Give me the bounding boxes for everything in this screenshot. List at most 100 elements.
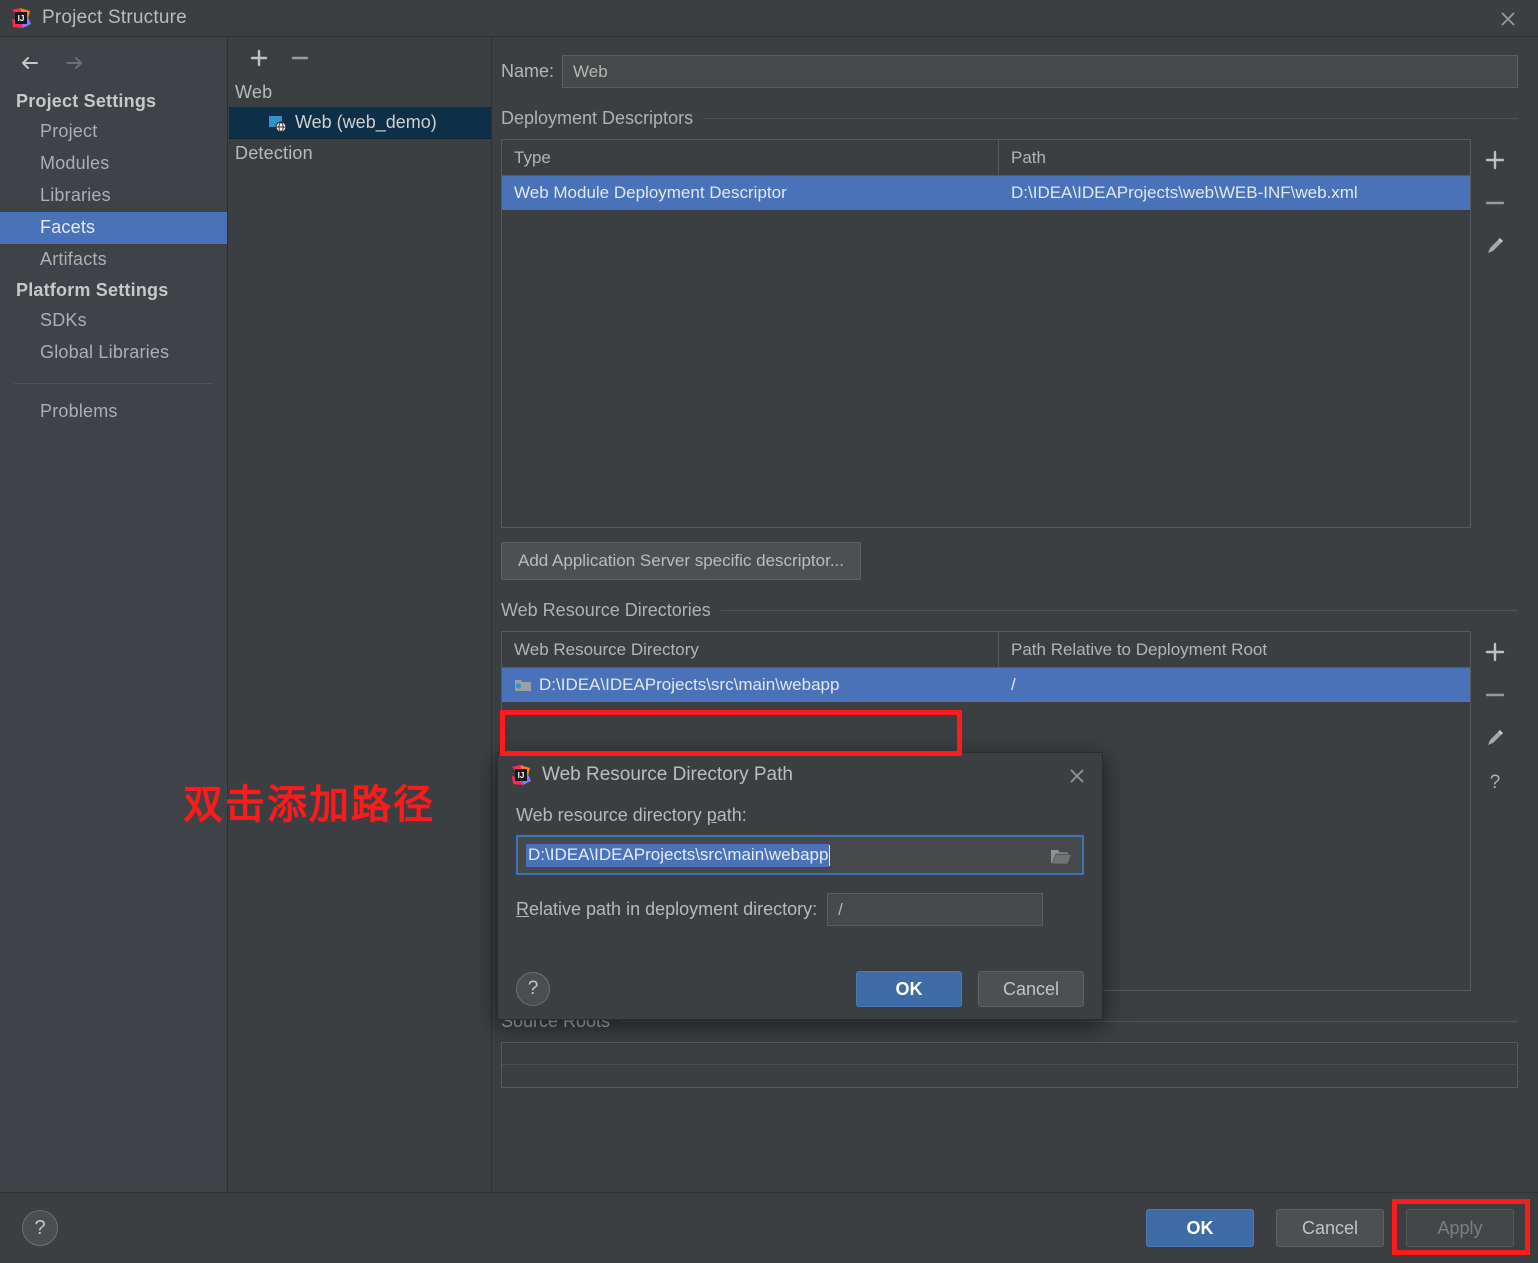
table-header-row: Web Resource Directory Path Relative to … — [502, 632, 1470, 668]
path-input-value: D:\IDEA\IDEAProjects\src\main\webapp — [526, 843, 830, 867]
sidebar-item-artifacts[interactable]: Artifacts — [0, 244, 227, 276]
web-facet-icon — [267, 113, 287, 133]
cell-directory-text: D:\IDEA\IDEAProjects\src\main\webapp — [539, 675, 840, 694]
folder-open-icon[interactable] — [1050, 847, 1072, 866]
section-divider — [703, 118, 1518, 119]
sidebar-group-platform-settings: Platform Settings — [16, 280, 169, 300]
cell-relative-path: / — [1011, 675, 1016, 694]
modal-action-buttons: OK Cancel — [856, 971, 1084, 1007]
deployment-descriptors-table-wrap: Type Path Web Module Deployment Descript… — [501, 139, 1518, 528]
add-app-server-descriptor-button[interactable]: Add Application Server specific descript… — [501, 542, 861, 580]
nav-arrows — [0, 37, 227, 87]
sidebar-item-global-libraries[interactable]: Global Libraries — [0, 337, 227, 369]
relative-path-input[interactable] — [827, 893, 1044, 926]
sidebar-item-project[interactable]: Project — [0, 116, 227, 148]
svg-text:IJ: IJ — [18, 14, 25, 23]
cell-path: D:\IDEA\IDEAProjects\web\WEB-INF\web.xml — [1011, 183, 1358, 202]
path-input-field[interactable]: D:\IDEA\IDEAProjects\src\main\webapp — [516, 835, 1084, 875]
minus-icon[interactable] — [1482, 190, 1508, 216]
project-structure-dialog: IJ Project Structure Project Settings Pr… — [0, 0, 1538, 1263]
sidebar-item-sdks[interactable]: SDKs — [0, 305, 227, 337]
text-caret — [829, 844, 831, 866]
window-title: Project Structure — [42, 7, 187, 28]
tree-item-web-facet[interactable]: Web (web_demo) — [229, 107, 491, 139]
intellij-idea-logo-icon: IJ — [10, 7, 32, 29]
question-icon[interactable]: ? — [1482, 768, 1508, 794]
web-resource-directories-section-header: Web Resource Directories — [493, 600, 1538, 621]
folder-icon — [514, 677, 532, 693]
sidebar-divider — [14, 383, 213, 384]
facet-tree-panel: Web Web (web_demo) Detection — [229, 37, 492, 1192]
table-row[interactable]: D:\IDEA\IDEAProjects\src\main\webapp / — [502, 668, 1470, 702]
modal-title: Web Resource Directory Path — [542, 764, 793, 785]
web-resource-directories-label: Web Resource Directories — [501, 600, 711, 620]
minus-icon[interactable] — [1482, 682, 1508, 708]
path-field-label: Web resource directory path: — [516, 805, 1084, 826]
pencil-icon[interactable] — [1482, 725, 1508, 751]
tree-item-label: Web (web_demo) — [295, 112, 437, 132]
annotation-note-text: 双击添加路径 — [183, 782, 435, 828]
help-button[interactable]: ? — [516, 972, 550, 1006]
settings-sidebar: Project Settings Project Modules Librari… — [0, 37, 228, 1192]
source-roots-header-row — [502, 1043, 1517, 1065]
name-input[interactable] — [562, 55, 1518, 88]
sidebar-item-modules[interactable]: Modules — [0, 148, 227, 180]
sidebar-item-libraries[interactable]: Libraries — [0, 180, 227, 212]
name-label: Name: — [501, 61, 555, 81]
deployment-descriptors-section-header: Deployment Descriptors — [493, 108, 1538, 129]
close-icon[interactable] — [1066, 765, 1088, 787]
tree-group-detection[interactable]: Detection — [229, 139, 491, 168]
web-resource-directories-toolbar: ? — [1471, 631, 1518, 991]
apply-button[interactable]: Apply — [1406, 1209, 1514, 1247]
modal-cancel-button[interactable]: Cancel — [978, 971, 1084, 1007]
svg-text:IJ: IJ — [518, 771, 525, 780]
cell-type: Web Module Deployment Descriptor — [514, 183, 787, 202]
deployment-descriptors-toolbar — [1471, 139, 1518, 528]
path-label-mnemonic: p — [706, 805, 717, 825]
plus-icon[interactable] — [1482, 639, 1508, 665]
plus-icon[interactable] — [247, 46, 271, 70]
deployment-descriptors-label: Deployment Descriptors — [501, 108, 694, 128]
modal-body: Web resource directory path: D:\IDEA\IDE… — [498, 797, 1102, 926]
relative-label-mnemonic: R — [516, 899, 529, 919]
ok-button[interactable]: OK — [1146, 1209, 1254, 1247]
sidebar-item-problems[interactable]: Problems — [0, 396, 227, 428]
sidebar-item-facets[interactable]: Facets — [0, 212, 227, 244]
plus-icon[interactable] — [1482, 147, 1508, 173]
minus-icon[interactable] — [288, 46, 312, 70]
intellij-idea-logo-icon: IJ — [510, 764, 532, 786]
pencil-icon[interactable] — [1482, 233, 1508, 259]
name-row: Name: — [493, 37, 1538, 88]
web-resource-directory-path-dialog: IJ Web Resource Directory Path Web resou… — [497, 752, 1103, 1020]
relative-path-row: Relative path in deployment directory: — [516, 893, 1084, 926]
dialog-footer: ? OK Cancel Apply — [0, 1192, 1538, 1263]
arrow-right-icon[interactable] — [60, 49, 88, 77]
close-icon[interactable] — [1496, 7, 1520, 31]
column-header-path: Path — [1011, 147, 1046, 167]
relative-label-rest: elative path in deployment directory: — [529, 899, 818, 919]
section-divider — [620, 1021, 1518, 1022]
modal-ok-button[interactable]: OK — [856, 971, 962, 1007]
help-button[interactable]: ? — [22, 1210, 58, 1246]
table-row[interactable]: Web Module Deployment Descriptor D:\IDEA… — [502, 176, 1470, 210]
deployment-descriptors-table: Type Path Web Module Deployment Descript… — [501, 139, 1471, 528]
path-label-suffix: ath: — [716, 805, 747, 825]
table-empty-area — [502, 210, 1470, 527]
modal-footer: ? OK Cancel — [498, 971, 1102, 1007]
cell-web-resource-directory: D:\IDEA\IDEAProjects\src\main\webapp — [502, 668, 999, 702]
section-divider — [720, 610, 1518, 611]
column-header-type: Type — [502, 140, 999, 175]
sidebar-group-project-settings: Project Settings — [16, 91, 157, 111]
path-label-prefix: Web resource directory — [516, 805, 707, 825]
arrow-left-icon[interactable] — [16, 49, 44, 77]
modal-title-bar: IJ Web Resource Directory Path — [498, 753, 1102, 797]
footer-action-buttons: OK Cancel Apply — [1146, 1209, 1514, 1247]
title-bar: IJ Project Structure — [0, 0, 1538, 37]
tree-group-web[interactable]: Web — [229, 78, 491, 107]
column-header-path-relative: Path Relative to Deployment Root — [1011, 639, 1268, 659]
cancel-button[interactable]: Cancel — [1276, 1209, 1384, 1247]
column-header-web-resource-directory: Web Resource Directory — [502, 632, 999, 667]
source-roots-table[interactable] — [501, 1042, 1518, 1088]
svg-text:?: ? — [1489, 772, 1500, 793]
table-header-row: Type Path — [502, 140, 1470, 176]
